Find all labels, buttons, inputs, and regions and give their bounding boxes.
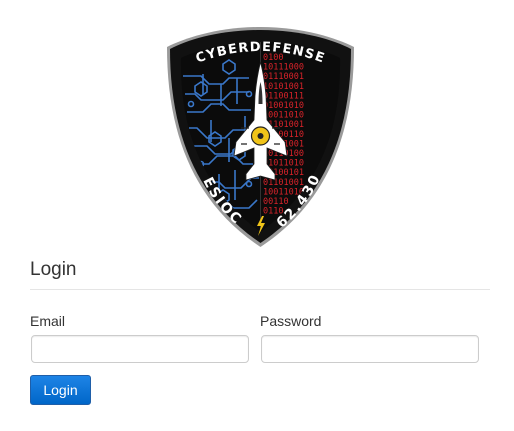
login-page: 0100 10111000 01110001 10101001 01100111 0100… <box>0 0 514 431</box>
binary-row: 01101001 <box>263 178 304 188</box>
email-input[interactable] <box>31 335 249 363</box>
binary-row: 01001010 <box>263 101 304 111</box>
binary-row: 10101001 <box>263 82 304 92</box>
login-button[interactable]: Login <box>30 375 91 405</box>
binary-row: 01100111 <box>263 91 304 101</box>
cyberdefense-shield-logo: 0100 10111000 01110001 10101001 01100111 0100… <box>167 27 354 247</box>
binary-row: 01110001 <box>263 72 304 82</box>
login-heading: Login <box>30 259 77 280</box>
password-input[interactable] <box>261 335 479 363</box>
heading-divider <box>30 289 490 290</box>
binary-row: 10011010 <box>263 111 304 121</box>
binary-row: 10111000 <box>263 63 304 73</box>
binary-row: 00110 <box>263 197 289 207</box>
password-label: Password <box>260 313 322 329</box>
email-label: Email <box>30 313 66 329</box>
